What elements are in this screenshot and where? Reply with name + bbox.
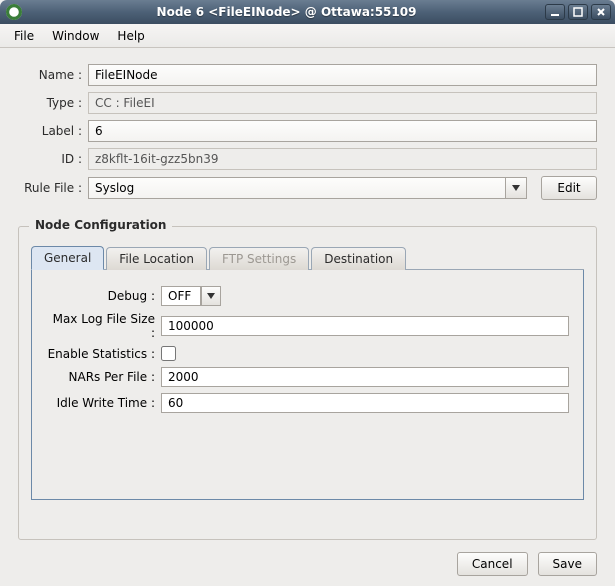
max-log-input[interactable] — [161, 316, 569, 336]
debug-select[interactable]: OFF — [161, 286, 221, 306]
tab-general[interactable]: General — [31, 246, 104, 270]
max-log-label: Max Log File Size : — [46, 312, 161, 340]
debug-label: Debug : — [46, 289, 161, 303]
menu-window[interactable]: Window — [44, 26, 107, 46]
enable-stats-label: Enable Statistics : — [46, 347, 161, 361]
debug-dropdown-button[interactable] — [201, 286, 221, 306]
edit-button[interactable]: Edit — [541, 176, 597, 200]
maximize-button[interactable] — [568, 4, 588, 20]
row-rule-file: Rule File : Edit — [18, 176, 597, 200]
debug-value[interactable]: OFF — [161, 286, 201, 306]
tab-file-location[interactable]: File Location — [106, 247, 207, 270]
node-configuration-group: Node Configuration General File Location… — [18, 226, 597, 540]
row-max-log-file-size: Max Log File Size : — [46, 312, 569, 340]
save-button[interactable]: Save — [538, 552, 597, 576]
menu-file[interactable]: File — [6, 26, 42, 46]
dialog-footer: Cancel Save — [18, 540, 597, 576]
app-icon — [6, 4, 22, 20]
row-debug: Debug : OFF — [46, 286, 569, 306]
type-input — [88, 92, 597, 114]
content-area: Name : Type : Label : ID : Rule File : E… — [0, 48, 615, 586]
row-enable-statistics: Enable Statistics : — [46, 346, 569, 361]
rule-file-input[interactable] — [88, 177, 505, 199]
row-idle-write-time: Idle Write Time : — [46, 393, 569, 413]
label-input[interactable] — [88, 120, 597, 142]
label-label: Label : — [18, 124, 88, 138]
id-input — [88, 148, 597, 170]
tab-panel-general: Debug : OFF Max Log File Size : Enable S… — [31, 270, 584, 500]
node-configuration-title: Node Configuration — [29, 218, 172, 232]
menubar: File Window Help — [0, 24, 615, 48]
enable-stats-checkbox[interactable] — [161, 346, 176, 361]
row-type: Type : — [18, 92, 597, 114]
nars-label: NARs Per File : — [46, 370, 161, 384]
cancel-button[interactable]: Cancel — [457, 552, 528, 576]
row-nars-per-file: NARs Per File : — [46, 367, 569, 387]
name-label: Name : — [18, 68, 88, 82]
menu-help[interactable]: Help — [109, 26, 152, 46]
id-label: ID : — [18, 152, 88, 166]
titlebar: Node 6 <FileEINode> @ Ottawa:55109 — [0, 0, 615, 24]
minimize-button[interactable] — [545, 4, 565, 20]
row-label: Label : — [18, 120, 597, 142]
rule-file-label: Rule File : — [18, 181, 88, 195]
tabs-row: General File Location FTP Settings Desti… — [31, 245, 584, 270]
idle-label: Idle Write Time : — [46, 396, 161, 410]
row-name: Name : — [18, 64, 597, 86]
tab-destination[interactable]: Destination — [311, 247, 406, 270]
tab-ftp-settings: FTP Settings — [209, 247, 309, 270]
close-button[interactable] — [591, 4, 611, 20]
row-id: ID : — [18, 148, 597, 170]
nars-input[interactable] — [161, 367, 569, 387]
type-label: Type : — [18, 96, 88, 110]
idle-input[interactable] — [161, 393, 569, 413]
window-title: Node 6 <FileEINode> @ Ottawa:55109 — [28, 5, 545, 19]
rule-file-dropdown-button[interactable] — [505, 177, 527, 199]
name-input[interactable] — [88, 64, 597, 86]
